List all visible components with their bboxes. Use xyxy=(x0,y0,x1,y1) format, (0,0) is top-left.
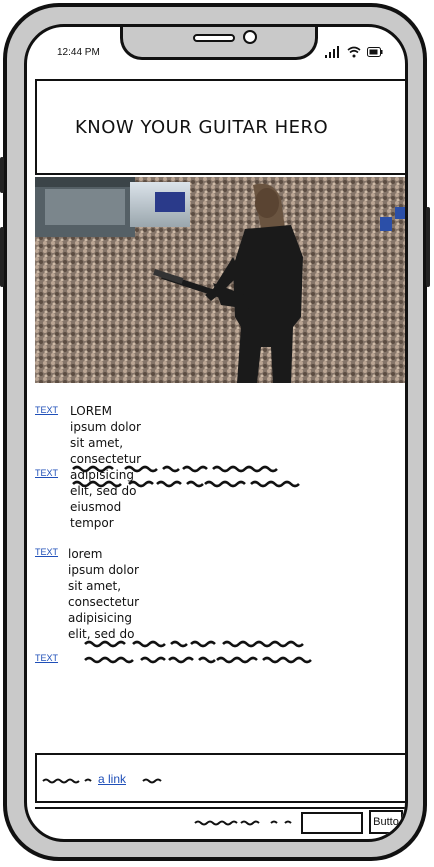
side-button xyxy=(0,227,4,287)
camera-icon xyxy=(243,30,257,44)
scribble-text xyxy=(194,820,292,826)
text-link[interactable]: TEXT xyxy=(35,653,58,663)
paragraph-line: LOREM ipsum dolor sit amet, consectetur xyxy=(70,404,142,466)
text-link[interactable]: TEXT xyxy=(35,547,58,557)
signal-icon xyxy=(325,46,339,58)
scribble-text xyxy=(42,778,92,784)
page-header: KNOW YOUR GUITAR HERO xyxy=(35,79,405,175)
page-title: KNOW YOUR GUITAR HERO xyxy=(75,117,329,138)
divider xyxy=(35,807,405,809)
scribble-text xyxy=(72,465,300,488)
hero-image xyxy=(35,177,405,383)
status-time: 12:44 PM xyxy=(57,47,100,58)
scribble-text xyxy=(84,640,312,664)
text-input[interactable] xyxy=(301,812,363,834)
submit-button[interactable]: Butto xyxy=(369,810,403,834)
status-icons xyxy=(325,46,383,58)
side-button xyxy=(0,157,4,193)
text-link[interactable]: TEXT xyxy=(35,468,58,478)
paragraph-line: lorem ipsum dolor sit amet, xyxy=(68,547,139,593)
footer: a link xyxy=(35,753,405,803)
side-button xyxy=(426,207,430,287)
phone-screen: 12:44 PM KNOW YOUR GUITAR HERO TEXT LORE… xyxy=(24,24,408,842)
notch xyxy=(120,27,318,60)
footer-link[interactable]: a link xyxy=(98,772,126,786)
phone-frame: 12:44 PM KNOW YOUR GUITAR HERO TEXT LORE… xyxy=(0,3,430,861)
paragraph-line: consectetur adipisicing elit, sed do xyxy=(68,595,140,641)
text-link[interactable]: TEXT xyxy=(35,405,58,415)
wifi-icon xyxy=(347,46,361,58)
paragraph: lorem ipsum dolor sit amet, consectetur … xyxy=(68,546,139,642)
scribble-text xyxy=(142,778,162,784)
battery-icon xyxy=(367,47,383,57)
speaker-icon xyxy=(193,34,235,42)
